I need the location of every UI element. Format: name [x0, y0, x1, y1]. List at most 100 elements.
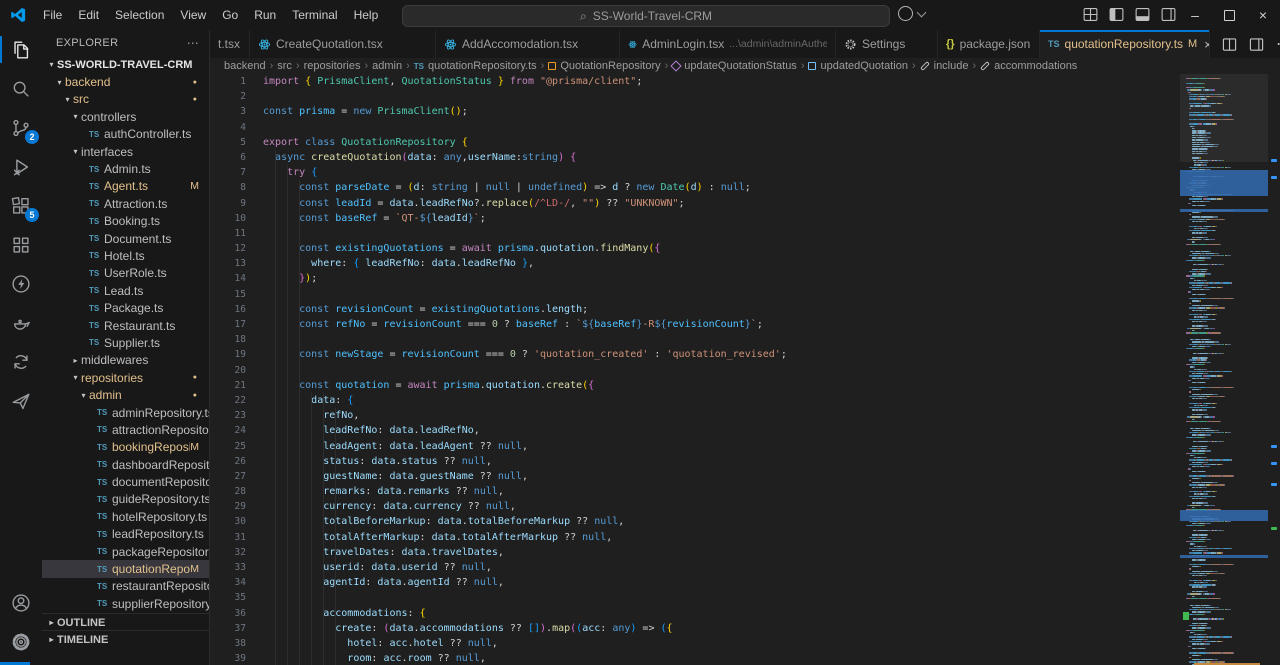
- tree-item-hotelrepository-ts[interactable]: TShotelRepository.ts: [42, 508, 209, 525]
- source-control-activity-item[interactable]: 2: [0, 108, 42, 147]
- code-line-20[interactable]: 20: [210, 363, 1180, 378]
- more-actions-icon[interactable]: ⋯: [187, 36, 199, 50]
- run-debug-activity-item[interactable]: [0, 147, 42, 186]
- breadcrumb-item-src[interactable]: src: [277, 60, 292, 72]
- tree-item-middlewares[interactable]: ▸middlewares: [42, 352, 209, 369]
- tree-item-restaurant-ts[interactable]: TSRestaurant.ts: [42, 317, 209, 334]
- tree-item-packagerepository-ts[interactable]: TSpackageRepository.ts: [42, 543, 209, 560]
- code-line-16[interactable]: 16 const revisionCount = existingQuotati…: [210, 302, 1180, 317]
- tree-item-document-ts[interactable]: TSDocument.ts: [42, 230, 209, 247]
- tree-item-restaurantrepository-ts[interactable]: TSrestaurantRepository.ts: [42, 578, 209, 595]
- code-line-24[interactable]: 24 leadRefNo: data.leadRefNo,: [210, 423, 1180, 438]
- breadcrumb-item-quotationrepository-ts[interactable]: TSquotationRepository.ts: [414, 60, 537, 72]
- tree-item-guiderepository-ts[interactable]: TSguideRepository.ts: [42, 491, 209, 508]
- toggle-primary-sidebar-icon[interactable]: [1108, 6, 1125, 23]
- tree-item-admin-ts[interactable]: TSAdmin.ts: [42, 160, 209, 177]
- close-window-button[interactable]: ×: [1246, 0, 1280, 30]
- code-line-29[interactable]: 29 currency: data.currency ?? null,: [210, 499, 1180, 514]
- code-line-35[interactable]: 35: [210, 590, 1180, 605]
- code-line-31[interactable]: 31 totalAfterMarkup: data.totalAfterMark…: [210, 530, 1180, 545]
- code-line-22[interactable]: 22 data: {: [210, 393, 1180, 408]
- breadcrumb-item-quotationrepository[interactable]: QuotationRepository: [548, 60, 660, 72]
- tree-item-userrole-ts[interactable]: TSUserRole.ts: [42, 265, 209, 282]
- tab-package-json[interactable]: {}package.json: [938, 30, 1040, 58]
- tree-item-src[interactable]: ▾src●: [42, 91, 209, 108]
- overview-ruler[interactable]: [1268, 74, 1280, 665]
- menu-run[interactable]: Run: [246, 4, 284, 26]
- code-line-34[interactable]: 34 agentId: data.agentId ?? null,: [210, 575, 1180, 590]
- lamp-activity-item[interactable]: [0, 303, 42, 342]
- tree-item-authcontroller-ts[interactable]: TSauthController.ts: [42, 126, 209, 143]
- editor-layout-icon[interactable]: [1249, 37, 1264, 52]
- code-line-5[interactable]: 5export class QuotationRepository {: [210, 135, 1180, 150]
- code-line-9[interactable]: 9 const leadId = data.leadRefNo?.replace…: [210, 196, 1180, 211]
- toggle-panel-icon[interactable]: [1134, 6, 1151, 23]
- code-line-18[interactable]: 18: [210, 332, 1180, 347]
- tab-t-tsx[interactable]: t.tsx...\user\...×: [210, 30, 250, 58]
- settings-gear-activity-item[interactable]: [0, 622, 42, 661]
- code-line-28[interactable]: 28 remarks: data.remarks ?? null,: [210, 484, 1180, 499]
- code-line-27[interactable]: 27 guestName: data.guestName ?? null,: [210, 469, 1180, 484]
- tree-item-controllers[interactable]: ▾controllers: [42, 108, 209, 125]
- tree-item-booking-ts[interactable]: TSBooking.ts: [42, 213, 209, 230]
- code-line-8[interactable]: 8 const parseDate = (d: string | null | …: [210, 180, 1180, 195]
- outline-section[interactable]: ▸ OUTLINE: [42, 613, 209, 631]
- customize-layout-icon[interactable]: [1082, 6, 1099, 23]
- more-actions-icon[interactable]: ⋯: [1276, 34, 1280, 54]
- tree-item-quotationreposito-[interactable]: TSquotationReposito...M: [42, 560, 209, 577]
- code-line-11[interactable]: 11: [210, 226, 1180, 241]
- menu-edit[interactable]: Edit: [70, 4, 107, 26]
- code-line-2[interactable]: 2: [210, 89, 1180, 104]
- code-line-36[interactable]: 36 accommodations: {: [210, 606, 1180, 621]
- tree-item-bookingrepositor-[interactable]: TSbookingRepositor...M: [42, 439, 209, 456]
- minimize-button[interactable]: –: [1178, 0, 1212, 30]
- code-line-13[interactable]: 13 where: { leadRefNo: data.leadRefNo },: [210, 256, 1180, 271]
- split-editor-icon[interactable]: [1222, 37, 1237, 52]
- code-line-10[interactable]: 10 const baseRef = `QT-${leadId}`;: [210, 211, 1180, 226]
- tree-item-agent-ts[interactable]: TSAgent.tsM: [42, 178, 209, 195]
- breadcrumb-item-repositories[interactable]: repositories: [304, 60, 361, 72]
- tree-item-repositories[interactable]: ▾repositories●: [42, 369, 209, 386]
- thunder-client-activity-item[interactable]: [0, 264, 42, 303]
- command-center-search[interactable]: ⌕ SS-World-Travel-CRM: [402, 5, 890, 27]
- code-line-19[interactable]: 19 const newStage = revisionCount === 0 …: [210, 347, 1180, 362]
- code-line-38[interactable]: 38 hotel: acc.hotel ?? null,: [210, 636, 1180, 651]
- code-line-1[interactable]: 1import { PrismaClient, QuotationStatus …: [210, 74, 1180, 89]
- code-line-12[interactable]: 12 const existingQuotations = await pris…: [210, 241, 1180, 256]
- maximize-button[interactable]: [1212, 0, 1246, 30]
- code-line-32[interactable]: 32 travelDates: data.travelDates,: [210, 545, 1180, 560]
- tree-item-admin[interactable]: ▾admin●: [42, 386, 209, 403]
- tree-item-backend[interactable]: ▾backend●: [42, 73, 209, 90]
- code-line-30[interactable]: 30 totalBeforeMarkup: data.totalBeforeMa…: [210, 514, 1180, 529]
- code-line-39[interactable]: 39 room: acc.room ?? null,: [210, 651, 1180, 665]
- code-line-21[interactable]: 21 const quotation = await prisma.quotat…: [210, 378, 1180, 393]
- tab-adminlogin-tsx[interactable]: AdminLogin.tsx...\admin\adminAuthenticat…: [620, 30, 836, 58]
- toggle-secondary-sidebar-icon[interactable]: [1160, 6, 1177, 23]
- tab-quotationrepository-ts[interactable]: TSquotationRepository.tsM×: [1040, 30, 1210, 58]
- minimap[interactable]: [1180, 74, 1268, 665]
- tab-settings[interactable]: Settings: [836, 30, 938, 58]
- menu-view[interactable]: View: [172, 4, 214, 26]
- code-line-7[interactable]: 7 try {: [210, 165, 1180, 180]
- tree-item-documentrepository-ts[interactable]: TSdocumentRepository.ts: [42, 473, 209, 490]
- breadcrumb-item-include[interactable]: include: [920, 60, 969, 72]
- menu-help[interactable]: Help: [346, 4, 387, 26]
- search-activity-item[interactable]: [0, 69, 42, 108]
- tab-createquotation-tsx[interactable]: CreateQuotation.tsx: [250, 30, 436, 58]
- code-line-4[interactable]: 4: [210, 120, 1180, 135]
- account-activity-item[interactable]: [0, 583, 42, 622]
- menu-go[interactable]: Go: [214, 4, 246, 26]
- code-line-6[interactable]: 6 async createQuotation(data: any,userNa…: [210, 150, 1180, 165]
- breadcrumb-item-admin[interactable]: admin: [372, 60, 402, 72]
- code-line-14[interactable]: 14 });: [210, 271, 1180, 286]
- rocket-activity-item[interactable]: [0, 381, 42, 420]
- code-line-33[interactable]: 33 userid: data.userid ?? null,: [210, 560, 1180, 575]
- close-tab-icon[interactable]: ×: [1204, 37, 1210, 52]
- tree-item-ss-world-travel-crm[interactable]: ▾SS-WORLD-TRAVEL-CRM: [42, 56, 209, 73]
- grid-activity-item[interactable]: [0, 225, 42, 264]
- menu-selection[interactable]: Selection: [107, 4, 172, 26]
- tree-item-supplierrepository-ts[interactable]: TSsupplierRepository.ts: [42, 595, 209, 612]
- code-line-25[interactable]: 25 leadAgent: data.leadAgent ?? null,: [210, 439, 1180, 454]
- tree-item-package-ts[interactable]: TSPackage.ts: [42, 299, 209, 316]
- tree-item-attraction-ts[interactable]: TSAttraction.ts: [42, 195, 209, 212]
